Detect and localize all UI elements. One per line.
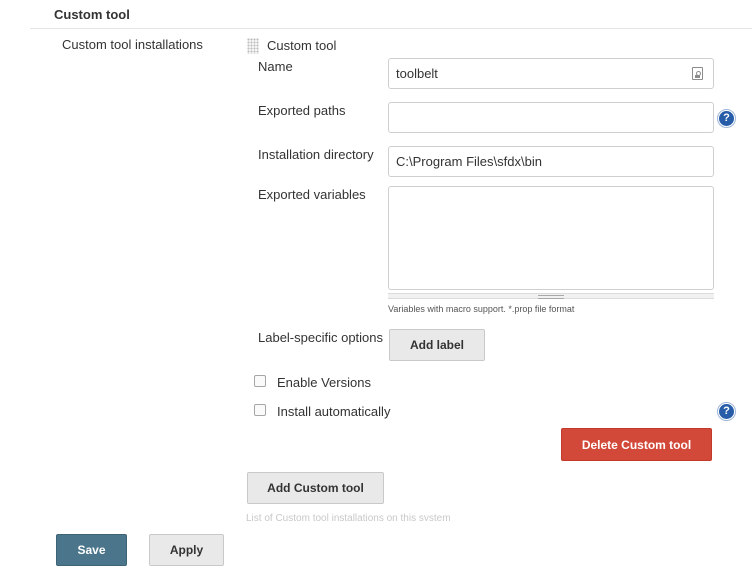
tool-title: Custom tool [267,38,337,53]
enable-versions-label[interactable]: Enable Versions [277,375,371,390]
install-automatically-label[interactable]: Install automatically [277,404,390,419]
add-label-button[interactable]: Add label [389,329,485,361]
exported-paths-label: Exported paths [258,103,346,118]
exported-vars-hint: Variables with macro support. *.prop fil… [388,304,575,314]
apply-button[interactable]: Apply [149,534,224,566]
installations-label: Custom tool installations [62,37,203,52]
installations-hint: List of Custom tool installations on thi… [246,513,451,521]
section-divider [30,28,752,29]
drag-handle-icon[interactable] [247,38,259,54]
label-options-label: Label-specific options [258,330,384,345]
exported-vars-textarea[interactable] [388,186,714,290]
delete-custom-tool-button[interactable]: Delete Custom tool [561,428,712,461]
section-title: Custom tool [54,7,130,22]
name-label: Name [258,59,293,74]
save-button[interactable]: Save [56,534,127,566]
lock-icon[interactable] [692,67,703,80]
enable-versions-checkbox[interactable] [254,375,266,387]
add-custom-tool-button[interactable]: Add Custom tool [247,472,384,504]
exported-paths-input[interactable] [388,102,714,133]
exported-vars-label: Exported variables [258,187,366,202]
install-dir-input[interactable] [388,146,714,177]
install-dir-label: Installation directory [258,147,374,162]
install-automatically-checkbox[interactable] [254,404,266,416]
textarea-resize-handle[interactable] [388,293,714,299]
help-icon[interactable]: ? [717,402,736,421]
help-icon[interactable]: ? [717,109,736,128]
name-input[interactable] [388,58,714,89]
